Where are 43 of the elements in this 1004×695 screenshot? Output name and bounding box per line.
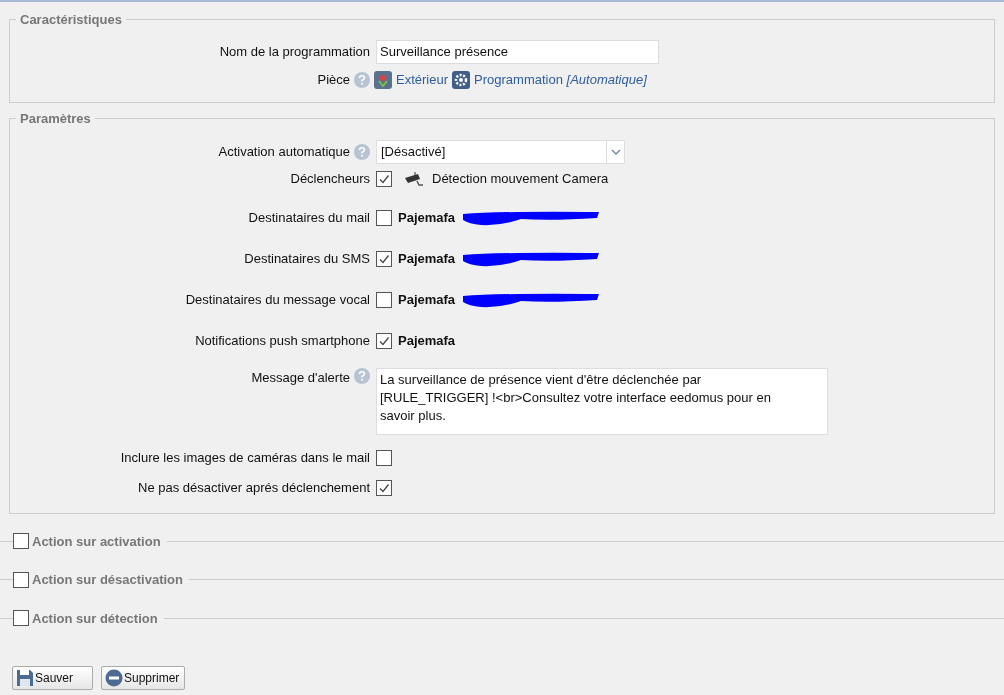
recipient-name: Pajemafa bbox=[398, 290, 456, 309]
field-label: Notifications push smartphone bbox=[195, 331, 370, 350]
field-label: Destinataires du SMS bbox=[244, 249, 370, 268]
message-textarea[interactable]: La surveillance de présence vient d'être déclenchée par [RULE_TRIGGER] !<br>Consultez votre interface eedomus pour en savoir plus. bbox=[376, 368, 828, 435]
checkbox[interactable] bbox=[376, 209, 392, 226]
field-label: Destinataires du mail bbox=[248, 208, 370, 227]
checkbox[interactable] bbox=[13, 610, 29, 627]
trigger-text: Détection mouvement Camera bbox=[432, 169, 609, 188]
checkbox[interactable] bbox=[13, 571, 29, 588]
field-label: Inclure les images de caméras dans le mail bbox=[120, 449, 370, 468]
section-legend: Paramètres bbox=[16, 108, 95, 128]
recipient-name: Pajemafa bbox=[398, 208, 456, 227]
delete-button[interactable]: Supprimer bbox=[101, 665, 186, 690]
section-legend: Caractéristiques bbox=[16, 10, 126, 30]
section-toggle-label[interactable]: Action sur détection bbox=[29, 608, 164, 628]
section-toggle-label[interactable]: Action sur désactivation bbox=[29, 570, 189, 590]
program-link[interactable]: Programmation [Automatique] bbox=[474, 69, 647, 90]
checkbox[interactable] bbox=[376, 291, 392, 308]
checkbox[interactable] bbox=[376, 170, 392, 187]
field-label: Activation automatique bbox=[218, 142, 350, 161]
field-label: Message d'alerte bbox=[251, 369, 350, 387]
field-label: Déclencheurs bbox=[290, 169, 370, 188]
save-button[interactable]: Sauver bbox=[12, 665, 93, 690]
field-label: Nom de la programmation bbox=[219, 42, 370, 61]
minus-circle-icon bbox=[105, 668, 123, 687]
field-label: Pièce bbox=[317, 70, 350, 89]
gear-icon bbox=[452, 70, 471, 89]
field-label: Ne pas désactiver aprés déclenchement bbox=[138, 479, 370, 498]
room-link[interactable]: Extérieur bbox=[396, 69, 449, 90]
security-camera-icon bbox=[404, 170, 424, 187]
recipient-name: Pajemafa bbox=[398, 249, 456, 268]
section-toggle-label[interactable]: Action sur activation bbox=[29, 531, 167, 551]
dropdown-caret-icon bbox=[610, 148, 621, 155]
field-label: Destinataires du message vocal bbox=[185, 290, 370, 309]
checkbox[interactable] bbox=[13, 533, 29, 550]
text-input[interactable]: Surveillance présence bbox=[376, 39, 659, 64]
checkbox[interactable] bbox=[376, 480, 392, 496]
checkbox[interactable] bbox=[376, 332, 392, 349]
checkbox[interactable] bbox=[376, 450, 392, 466]
recipient-name: Pajemafa bbox=[398, 331, 456, 350]
checkbox[interactable] bbox=[376, 250, 392, 267]
select-field[interactable]: [Désactivé] bbox=[376, 139, 625, 164]
room-icon bbox=[374, 70, 392, 89]
